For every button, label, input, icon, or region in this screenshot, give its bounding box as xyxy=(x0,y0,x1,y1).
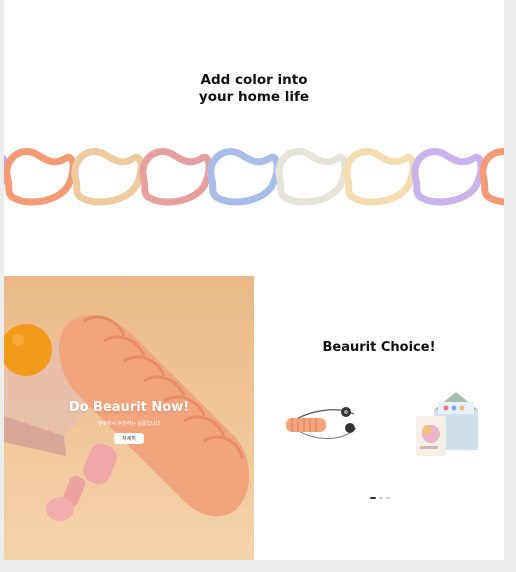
promo-text: Do Beaurit Now! 뷰릿에서 추천하는 상품입니다 자세히 xyxy=(4,400,254,445)
pagination-dot[interactable] xyxy=(386,497,390,499)
color-ring-icon xyxy=(343,148,417,206)
color-ring-strip xyxy=(4,148,504,206)
headline: Add color into your home life xyxy=(4,72,504,106)
color-ring-icon xyxy=(411,148,485,206)
choice-title: Beaurit Choice! xyxy=(322,340,436,355)
color-ring-icon xyxy=(479,148,504,206)
pagination-dot-active[interactable] xyxy=(370,497,376,499)
color-ring-icon xyxy=(71,148,145,206)
color-ring-icon xyxy=(139,148,213,206)
pagination-dot[interactable] xyxy=(379,497,383,499)
packaged-product-set-image[interactable] xyxy=(412,388,482,460)
carousel-pagination xyxy=(370,497,390,499)
page: Add color into your home life Do Beaurit… xyxy=(4,0,504,560)
headline-line-2: your home life xyxy=(198,89,310,105)
color-ring-icon xyxy=(4,148,77,206)
promo-subtitle: 뷰릿에서 추천하는 상품입니다 xyxy=(97,421,161,427)
color-ring-icon xyxy=(275,148,349,206)
color-ring-icon xyxy=(207,148,281,206)
headline-line-1: Add color into xyxy=(200,72,308,88)
choice-section: Beaurit Choice! xyxy=(254,276,504,560)
promo-title: Do Beaurit Now! xyxy=(68,400,190,415)
promo-banner[interactable]: Do Beaurit Now! 뷰릿에서 추천하는 상품입니다 자세히 xyxy=(4,276,254,560)
resistance-band-product-image[interactable] xyxy=(284,402,364,450)
promo-more-button[interactable]: 자세히 xyxy=(114,433,144,444)
